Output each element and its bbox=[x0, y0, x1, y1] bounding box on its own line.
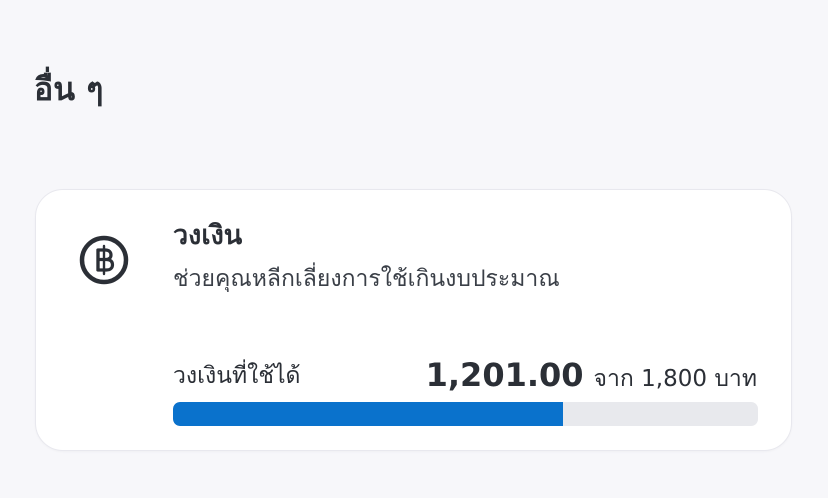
limit-progress-bar bbox=[173, 402, 758, 426]
baht-coin-icon bbox=[79, 235, 129, 285]
credit-limit-card[interactable]: วงเงิน ช่วยคุณหลีกเลี่ยงการใช้เกินงบประม… bbox=[35, 189, 792, 451]
section-title: อื่น ๆ bbox=[34, 70, 104, 108]
total-limit-text: จาก 1,800 บาท bbox=[593, 366, 757, 392]
available-limit-label: วงเงินที่ใช้ได้ bbox=[173, 363, 301, 389]
limit-progress-fill bbox=[173, 402, 564, 426]
card-title: วงเงิน bbox=[173, 220, 243, 251]
card-description: ช่วยคุณหลีกเลี่ยงการใช้เกินงบประมาณ bbox=[173, 266, 560, 292]
available-amount: 1,201.00 bbox=[425, 356, 584, 394]
limit-values: 1,201.00 จาก 1,800 บาท bbox=[426, 356, 757, 397]
